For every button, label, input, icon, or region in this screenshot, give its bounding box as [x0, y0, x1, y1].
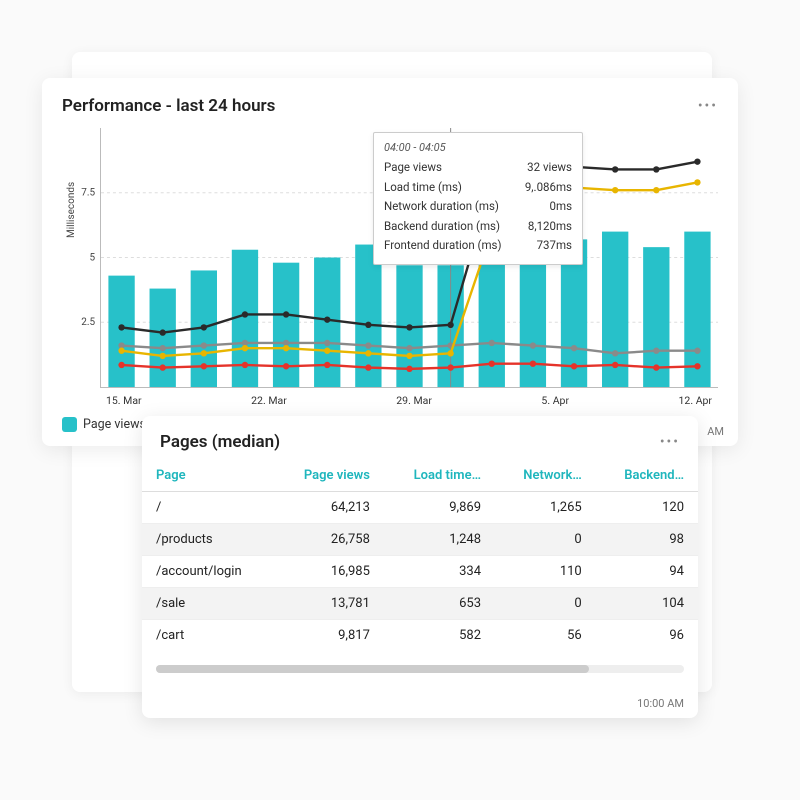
table-header[interactable]: Page views — [274, 462, 384, 492]
table-cell: 26,758 — [274, 524, 384, 556]
scrollbar-thumb[interactable] — [156, 665, 589, 673]
chart-tooltip: 04:00 - 04:05 Page views32 viewsLoad tim… — [373, 132, 583, 265]
x-axis-labels: 15. Mar 22. Mar 29. Mar 5. Apr 12. Apr — [100, 394, 718, 407]
pages-table: PagePage viewsLoad time…Network…Backend…… — [142, 462, 698, 651]
table-cell: 13,781 — [274, 588, 384, 620]
x-tick: 5. Apr — [541, 394, 569, 407]
x-tick: 22. Mar — [251, 394, 287, 407]
chart-title: Performance - last 24 hours — [62, 96, 275, 116]
table-cell: 0 — [495, 524, 596, 556]
tooltip-row: Frontend duration (ms)737ms — [384, 236, 572, 256]
table-cell: /cart — [142, 620, 274, 652]
table-header[interactable]: Backend… — [596, 462, 698, 492]
table-header[interactable]: Load time… — [384, 462, 495, 492]
table-cell: 9,817 — [274, 620, 384, 652]
tooltip-row: Load time (ms)9,.086ms — [384, 178, 572, 198]
table-cell: /products — [142, 524, 274, 556]
horizontal-scrollbar[interactable] — [156, 665, 684, 673]
x-tick: 15. Mar — [106, 394, 142, 407]
table-cell: 94 — [596, 556, 698, 588]
table-cell: 110 — [495, 556, 596, 588]
svg-text:2.5: 2.5 — [81, 317, 95, 328]
table-cell: 1,248 — [384, 524, 495, 556]
table-timestamp: 10:00 AM — [637, 697, 684, 710]
y-axis-label: Milliseconds — [66, 181, 77, 237]
tooltip-row: Page views32 views — [384, 158, 572, 178]
chart-plot[interactable]: 2.557.5 04:00 - 04:05 Page views32 views… — [100, 128, 718, 388]
table-cell: 120 — [596, 492, 698, 524]
table-cell: /account/login — [142, 556, 274, 588]
more-icon[interactable]: ••• — [698, 98, 718, 114]
table-header[interactable]: Network… — [495, 462, 596, 492]
performance-chart-card: Performance - last 24 hours ••• Millisec… — [42, 78, 738, 446]
chart-timestamp: AM — [707, 425, 724, 438]
legend-label-pageviews: Page views — [83, 417, 146, 432]
tooltip-row: Backend duration (ms)8,120ms — [384, 217, 572, 237]
table-cell: 9,869 — [384, 492, 495, 524]
table-cell: 334 — [384, 556, 495, 588]
table-cell: 1,265 — [495, 492, 596, 524]
x-tick: 12. Apr — [679, 394, 712, 407]
table-row[interactable]: /cart9,8175825696 — [142, 620, 698, 652]
table-cell: / — [142, 492, 274, 524]
table-cell: 16,985 — [274, 556, 384, 588]
table-cell: 96 — [596, 620, 698, 652]
table-row[interactable]: /64,2139,8691,265120 — [142, 492, 698, 524]
table-row[interactable]: /account/login16,98533411094 — [142, 556, 698, 588]
more-icon[interactable]: ••• — [660, 434, 680, 450]
svg-text:5: 5 — [89, 252, 95, 263]
table-row[interactable]: /sale13,7816530104 — [142, 588, 698, 620]
table-cell: /sale — [142, 588, 274, 620]
tooltip-row: Network duration (ms)0ms — [384, 197, 572, 217]
svg-text:7.5: 7.5 — [81, 188, 95, 199]
pages-table-card: Pages (median) ••• PagePage viewsLoad ti… — [142, 416, 698, 718]
x-tick: 29. Mar — [396, 394, 432, 407]
legend-swatch-pageviews — [62, 417, 77, 432]
table-cell: 98 — [596, 524, 698, 556]
table-row[interactable]: /products26,7581,248098 — [142, 524, 698, 556]
table-cell: 64,213 — [274, 492, 384, 524]
table-cell: 582 — [384, 620, 495, 652]
table-header[interactable]: Page — [142, 462, 274, 492]
table-cell: 56 — [495, 620, 596, 652]
tooltip-time: 04:00 - 04:05 — [384, 141, 572, 154]
table-cell: 653 — [384, 588, 495, 620]
table-title: Pages (median) — [160, 432, 280, 452]
table-cell: 0 — [495, 588, 596, 620]
table-cell: 104 — [596, 588, 698, 620]
